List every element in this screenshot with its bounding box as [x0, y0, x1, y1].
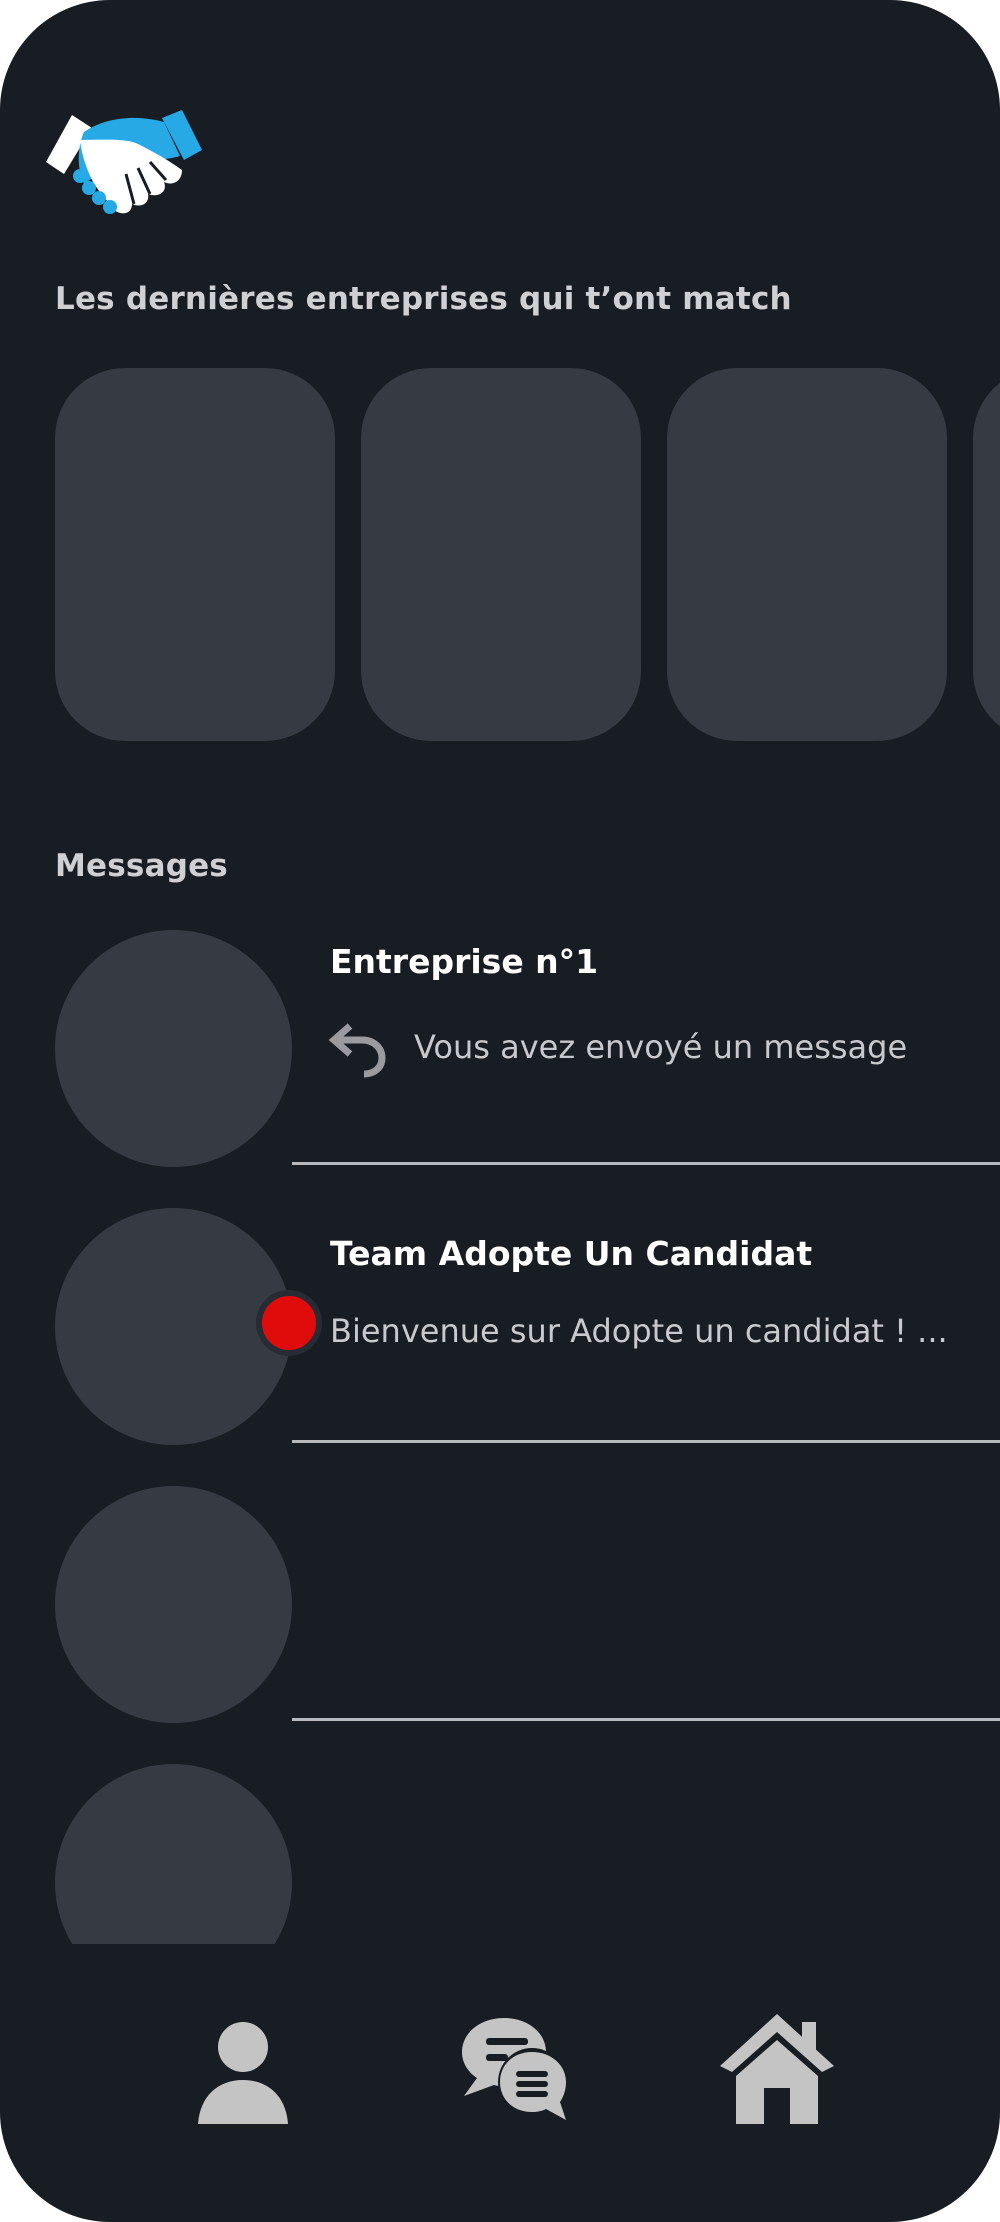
conversation-preview: Bienvenue sur Adopte un candidat ! ... [330, 1312, 948, 1350]
reply-icon [328, 1023, 386, 1078]
conversation-name: Entreprise n°1 [330, 942, 599, 981]
match-card[interactable] [667, 368, 947, 741]
messages-section-title: Messages [55, 848, 228, 884]
match-card[interactable] [361, 368, 641, 741]
conversation-preview: Vous avez envoyé un message [414, 1028, 908, 1066]
divider [292, 1162, 1000, 1165]
unread-indicator [256, 1290, 322, 1356]
avatar [55, 1486, 292, 1723]
profile-icon[interactable] [196, 2020, 290, 2126]
match-card[interactable] [973, 368, 1000, 741]
chat-icon[interactable] [460, 2016, 572, 2124]
handshake-icon[interactable] [42, 110, 207, 218]
avatar [55, 1764, 292, 1944]
home-icon[interactable] [718, 2010, 836, 2126]
avatar [55, 930, 292, 1167]
conversation-list: Entreprise n°1 Vous avez envoyé un messa… [0, 920, 1000, 1944]
match-card[interactable] [55, 368, 335, 741]
app-screen: Les dernières entreprises qui t’ont matc… [0, 0, 1000, 2222]
matches-section-title: Les dernières entreprises qui t’ont matc… [55, 281, 792, 317]
conversation-name: Team Adopte Un Candidat [330, 1234, 813, 1273]
divider [292, 1718, 1000, 1721]
divider [292, 1440, 1000, 1443]
